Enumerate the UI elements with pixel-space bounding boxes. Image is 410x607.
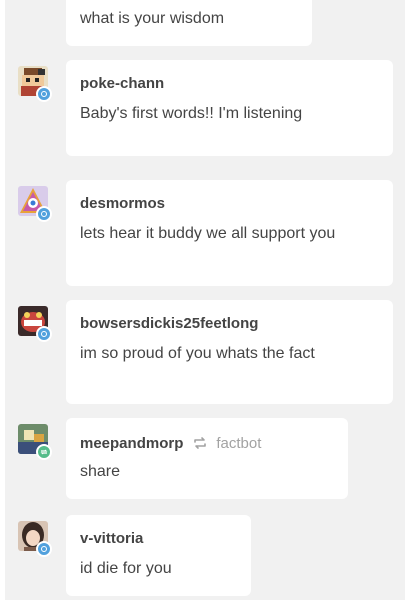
reply-badge-icon [36,541,52,557]
note-text: Baby's first words!! I'm listening [80,105,303,122]
note-bubble: poke-chann Baby's first words!! I'm list… [66,60,393,156]
note-text: lets hear it buddy we all support you [80,225,336,242]
reply-badge-icon [36,86,52,102]
note-username[interactable]: meepandmorp [80,435,183,452]
note-bubble: desmormos lets hear it buddy we all supp… [66,180,393,286]
avatar[interactable] [18,306,52,342]
reblog-source-link[interactable]: factbot [216,435,261,452]
reply-badge-icon [36,326,52,342]
reply-badge-icon [36,206,52,222]
note-text: id die for you [80,560,172,577]
note-username[interactable]: desmormos [80,193,379,213]
note-bubble: bowsersdickis25feetlong im so proud of y… [66,300,393,404]
note-bubble: what is your wisdom [66,0,312,46]
reblog-badge-icon [36,444,52,460]
avatar[interactable] [18,424,52,460]
note-text: share [80,463,121,480]
avatar[interactable] [18,186,52,222]
reblog-icon [192,436,208,450]
avatar[interactable] [18,66,52,102]
note-header: meepandmorp factbot [80,433,334,453]
note-username[interactable]: v-vittoria [80,528,237,548]
note-text: what is your wisdom [80,10,225,27]
note-username[interactable]: poke-chann [80,73,379,93]
note-username[interactable]: bowsersdickis25feetlong [80,313,379,333]
avatar[interactable] [18,521,52,557]
note-bubble: meepandmorp factbot share [66,418,348,499]
note-text: im so proud of you whats the fact [80,345,315,362]
notes-thread: what is your wisdom poke-chann Baby's fi… [5,0,405,600]
note-bubble: v-vittoria id die for you [66,515,251,596]
